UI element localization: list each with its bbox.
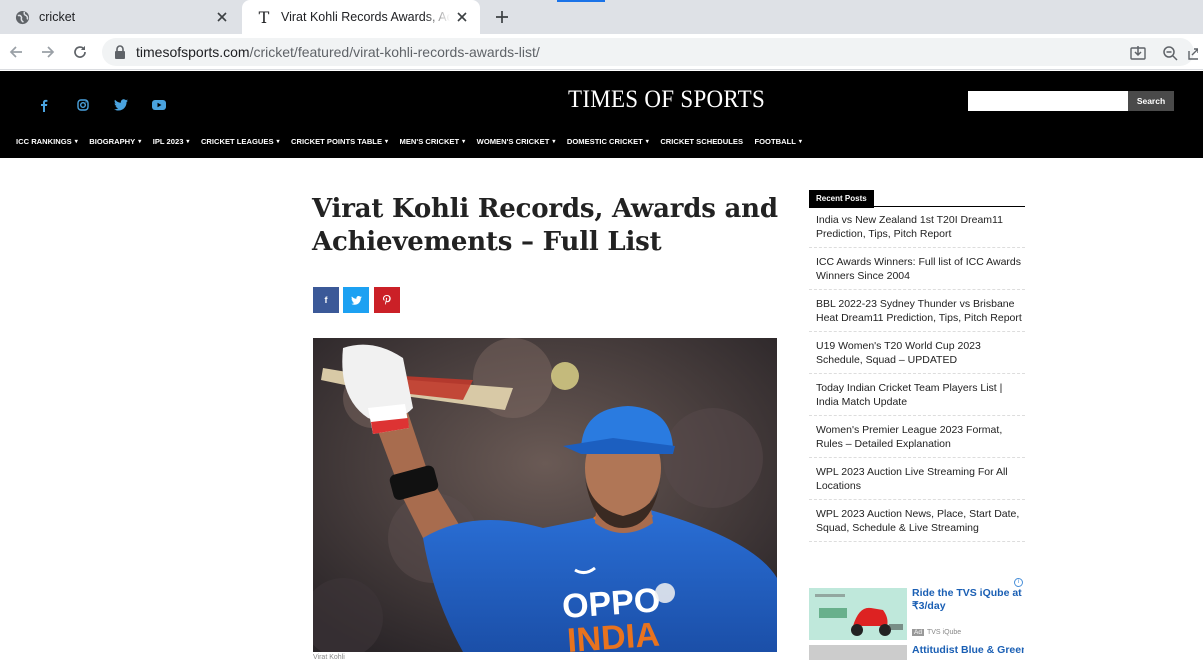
site-favicon: T: [258, 7, 270, 27]
chevron-down-icon: ▾: [798, 139, 802, 145]
recent-post-link[interactable]: WPL 2023 Auction News, Place, Start Date…: [809, 500, 1025, 542]
twitter-icon[interactable]: [114, 98, 128, 112]
recent-post-link[interactable]: Today Indian Cricket Team Players List |…: [809, 374, 1025, 416]
nav-item-ipl-2023[interactable]: IPL 2023 ▾: [153, 137, 190, 146]
chevron-down-icon: ▾: [74, 139, 78, 145]
nav-item-label: BIOGRAPHY: [89, 137, 136, 146]
nav-item-label: WOMEN'S CRICKET: [476, 137, 550, 146]
nav-item-cricket-leagues[interactable]: CRICKET LEAGUES ▾: [201, 137, 280, 146]
tab-virat-kohli[interactable]: T Virat Kohli Records Awards, Achie: [242, 0, 480, 34]
facebook-share-button[interactable]: f: [313, 287, 339, 313]
address-bar[interactable]: timesofsports.com/cricket/featured/virat…: [102, 38, 1199, 66]
pinterest-icon: [383, 295, 391, 305]
nav-item-label: MEN'S CRICKET: [399, 137, 460, 146]
chevron-down-icon: ▾: [462, 139, 466, 145]
nav-item-cricket-points-table[interactable]: CRICKET POINTS TABLE ▾: [291, 137, 388, 146]
chevron-down-icon: ▾: [385, 139, 389, 145]
twitter-icon: [350, 295, 362, 305]
ad-badge: Ad: [912, 629, 924, 636]
instagram-icon[interactable]: [76, 98, 90, 112]
close-icon[interactable]: [454, 9, 470, 25]
nav-item-label: ICC RANKINGS: [16, 137, 72, 146]
nav-item-biography[interactable]: BIOGRAPHY ▾: [89, 137, 141, 146]
chevron-down-icon: ▾: [645, 139, 649, 145]
ad-info-icon[interactable]: i: [1014, 578, 1023, 587]
close-icon[interactable]: [214, 9, 230, 25]
browser-toolbar: timesofsports.com/cricket/featured/virat…: [0, 34, 1203, 70]
recent-post-link[interactable]: BBL 2022-23 Sydney Thunder vs Brisbane He…: [809, 290, 1025, 332]
site-search-input[interactable]: [968, 91, 1128, 111]
ad2-title[interactable]: Attitudist Blue & Green: [912, 644, 1024, 657]
ad2-thumbnail[interactable]: [809, 645, 907, 660]
ad-thumbnail[interactable]: [809, 588, 907, 640]
facebook-icon[interactable]: [37, 98, 51, 112]
nav-item-icc-rankings[interactable]: ICC RANKINGS ▾: [16, 137, 78, 146]
forward-icon[interactable]: [38, 42, 58, 62]
share-icon[interactable]: [1188, 45, 1203, 61]
svg-text:INDIA: INDIA: [566, 616, 661, 652]
chevron-down-icon: ▾: [552, 139, 556, 145]
chevron-down-icon: ▾: [276, 139, 280, 145]
site-header: TIMES OF SPORTS Search ICC RANKINGS ▾ BIOG…: [0, 71, 1203, 158]
site-search-button[interactable]: Search: [1128, 91, 1174, 111]
main-nav: ICC RANKINGS ▾ BIOGRAPHY ▾ IPL 2023 ▾ CRICKET …: [16, 137, 813, 146]
tab-strip: cricket T Virat Kohli Records Awards, Ac…: [0, 0, 1203, 34]
article-title: Virat Kohli Records, Awards and Achieveme…: [312, 194, 778, 257]
ad-title[interactable]: Ride the TVS iQube at ₹3/day: [912, 587, 1024, 613]
nav-item-men-s-cricket[interactable]: MEN'S CRICKET ▾: [400, 137, 466, 146]
recent-post-link[interactable]: WPL 2023 Auction Live Streaming For All L…: [809, 458, 1025, 500]
recent-posts-heading: Recent Posts: [809, 188, 1025, 208]
twitter-share-button[interactable]: [343, 287, 369, 313]
article-hero-image: OPPO INDIA: [313, 338, 777, 652]
recent-post-link[interactable]: Women's Premier League 2023 Format, Rules…: [809, 416, 1025, 458]
nav-item-label: CRICKET LEAGUES: [200, 137, 274, 146]
ad-sponsor: TVS iQube: [926, 629, 962, 636]
tab-cricket[interactable]: cricket: [0, 0, 240, 34]
sponsored-ad[interactable]: i Ride the TVS iQube at ₹3/day Ad TVS iQ…: [809, 578, 1025, 660]
chevron-down-icon: ▾: [186, 139, 190, 145]
nav-item-label: IPL 2023: [152, 137, 184, 146]
site-logo[interactable]: TIMES OF SPORTS: [568, 86, 765, 114]
recent-post-link[interactable]: ICC Awards Winners: Full list of ICC Awa…: [809, 248, 1025, 290]
nav-item-label: CRICKET POINTS TABLE: [291, 137, 383, 146]
nav-item-football[interactable]: FOOTBALL ▾: [755, 137, 802, 146]
recent-post-link[interactable]: India vs New Zealand 1st T20I Dream11 Pre…: [809, 213, 1025, 248]
tab-title: Virat Kohli Records Awards, Achie: [281, 10, 450, 24]
reload-icon[interactable]: [70, 42, 90, 62]
tab-title: cricket: [39, 10, 76, 24]
recent-post-link[interactable]: U19 Women's T20 World Cup 2023 Schedule, …: [809, 332, 1025, 374]
nav-item-label: CRICKET SCHEDULES: [660, 137, 744, 146]
nav-item-domestic-cricket[interactable]: DOMESTIC CRICKET ▾: [567, 137, 649, 146]
chevron-down-icon: ▾: [138, 139, 142, 145]
back-icon[interactable]: [6, 42, 26, 62]
url-text: timesofsports.com/cricket/featured/virat…: [136, 44, 540, 60]
nav-item-label: DOMESTIC CRICKET: [566, 137, 643, 146]
globe-icon: [14, 9, 30, 25]
install-icon[interactable]: [1130, 45, 1146, 61]
nav-item-women-s-cricket[interactable]: WOMEN'S CRICKET ▾: [477, 137, 556, 146]
ad-sponsor-line: Ad TVS iQube: [912, 629, 961, 636]
facebook-icon: f: [324, 295, 328, 305]
tab-accent-bar: [557, 0, 605, 2]
lock-icon[interactable]: [114, 45, 128, 59]
nav-item-label: FOOTBALL: [754, 137, 796, 146]
youtube-icon[interactable]: [152, 98, 166, 112]
nav-item-cricket-schedules[interactable]: CRICKET SCHEDULES: [660, 137, 743, 146]
pinterest-share-button[interactable]: [374, 287, 400, 313]
recent-posts-list: India vs New Zealand 1st T20I Dream11 Pre…: [809, 213, 1025, 542]
zoom-icon[interactable]: [1162, 45, 1178, 61]
new-tab-icon[interactable]: [493, 8, 511, 26]
